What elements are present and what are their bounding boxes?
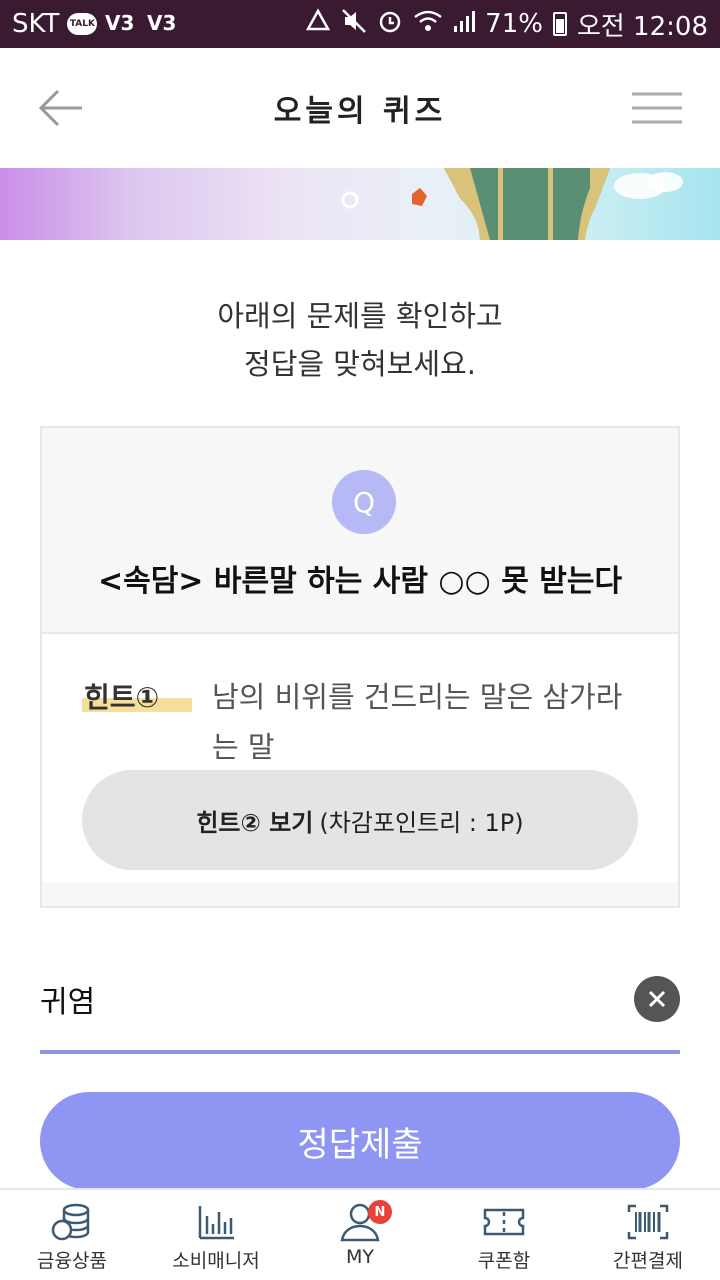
submit-answer-button[interactable]: 정답제출 <box>40 1092 680 1190</box>
svg-text:V3: V3 <box>105 11 134 35</box>
hamburger-menu-icon[interactable] <box>632 90 682 126</box>
question-text: <속담> 바른말 하는 사람 ○○ 못 받는다 <box>97 564 623 599</box>
kakaotalk-icon: TALK <box>67 13 98 35</box>
quiz-banner <box>0 168 720 240</box>
card-footer <box>42 882 678 906</box>
quiz-card: Q <속담> 바른말 하는 사람 ○○ 못 받는다 힌트① 남의 비위를 건드리… <box>40 426 680 908</box>
answer-field <box>40 964 680 1054</box>
hint1-label: 힌트① <box>84 681 160 714</box>
nav-label-products: 금융상품 <box>37 1250 107 1272</box>
status-bar: SKT TALK V3 V3 71% 오전 12:08 <box>0 0 720 48</box>
alarm-icon <box>377 8 403 41</box>
nav-item-products[interactable]: 금융상품 <box>0 1190 144 1280</box>
wifi-icon <box>413 8 443 41</box>
nav-item-coupons[interactable]: 쿠폰함 <box>432 1190 576 1280</box>
nav-label-my: MY <box>346 1246 374 1268</box>
intro-line-2: 정답을 맞혀보세요. <box>244 347 476 381</box>
bottom-nav: 금융상품 소비매니저 N MY 쿠폰함 간편결제 <box>0 1188 720 1280</box>
intro-line-1: 아래의 문제를 확인하고 <box>217 299 503 333</box>
hint2-label: 힌트② 보기 <box>196 808 314 837</box>
question-section: Q <속담> 바른말 하는 사람 ○○ 못 받는다 <box>42 428 678 634</box>
answer-input[interactable] <box>40 974 600 1024</box>
mute-icon <box>341 8 367 41</box>
page-title: 오늘의 퀴즈 <box>273 94 447 129</box>
clock: 오전 12:08 <box>576 11 708 42</box>
coins-icon <box>51 1203 90 1241</box>
app-header: 오늘의 퀴즈 <box>0 48 720 168</box>
clear-icon[interactable] <box>634 976 680 1022</box>
nav-item-spending-manager[interactable]: 소비매니저 <box>144 1190 288 1280</box>
hint1-text: 남의 비위를 건드리는 말은 삼가라는 말 <box>212 680 623 764</box>
intro-text: 아래의 문제를 확인하고 정답을 맞혀보세요. <box>0 292 720 388</box>
signal-icon <box>453 8 476 41</box>
v3-icon: V3 <box>105 9 139 40</box>
question-badge: Q <box>332 470 396 534</box>
battery-icon <box>552 12 567 36</box>
nav-item-easy-pay[interactable]: 간편결제 <box>576 1190 720 1280</box>
v3-shield-icon: V3 <box>147 9 177 40</box>
bar-chart-icon <box>198 1206 234 1240</box>
barcode-icon <box>627 1204 669 1240</box>
battery-percent: 71% <box>485 9 543 39</box>
nav-label-easy-pay: 간편결제 <box>613 1250 683 1272</box>
nav-item-my[interactable]: N MY <box>288 1190 432 1280</box>
carrier-label: SKT <box>12 9 60 39</box>
notification-badge: N <box>368 1200 392 1224</box>
banner-illustration <box>341 168 683 240</box>
show-hint2-button[interactable]: 힌트② 보기 (차감포인트리 : 1P) <box>82 770 638 870</box>
nav-label-spending-manager: 소비매니저 <box>172 1250 260 1272</box>
coupon-icon <box>483 1208 525 1236</box>
svg-text:V3: V3 <box>147 11 176 35</box>
recycle-icon <box>305 7 331 41</box>
hint2-cost: (차감포인트리 : 1P) <box>319 808 524 837</box>
nav-label-coupons: 쿠폰함 <box>477 1250 531 1272</box>
